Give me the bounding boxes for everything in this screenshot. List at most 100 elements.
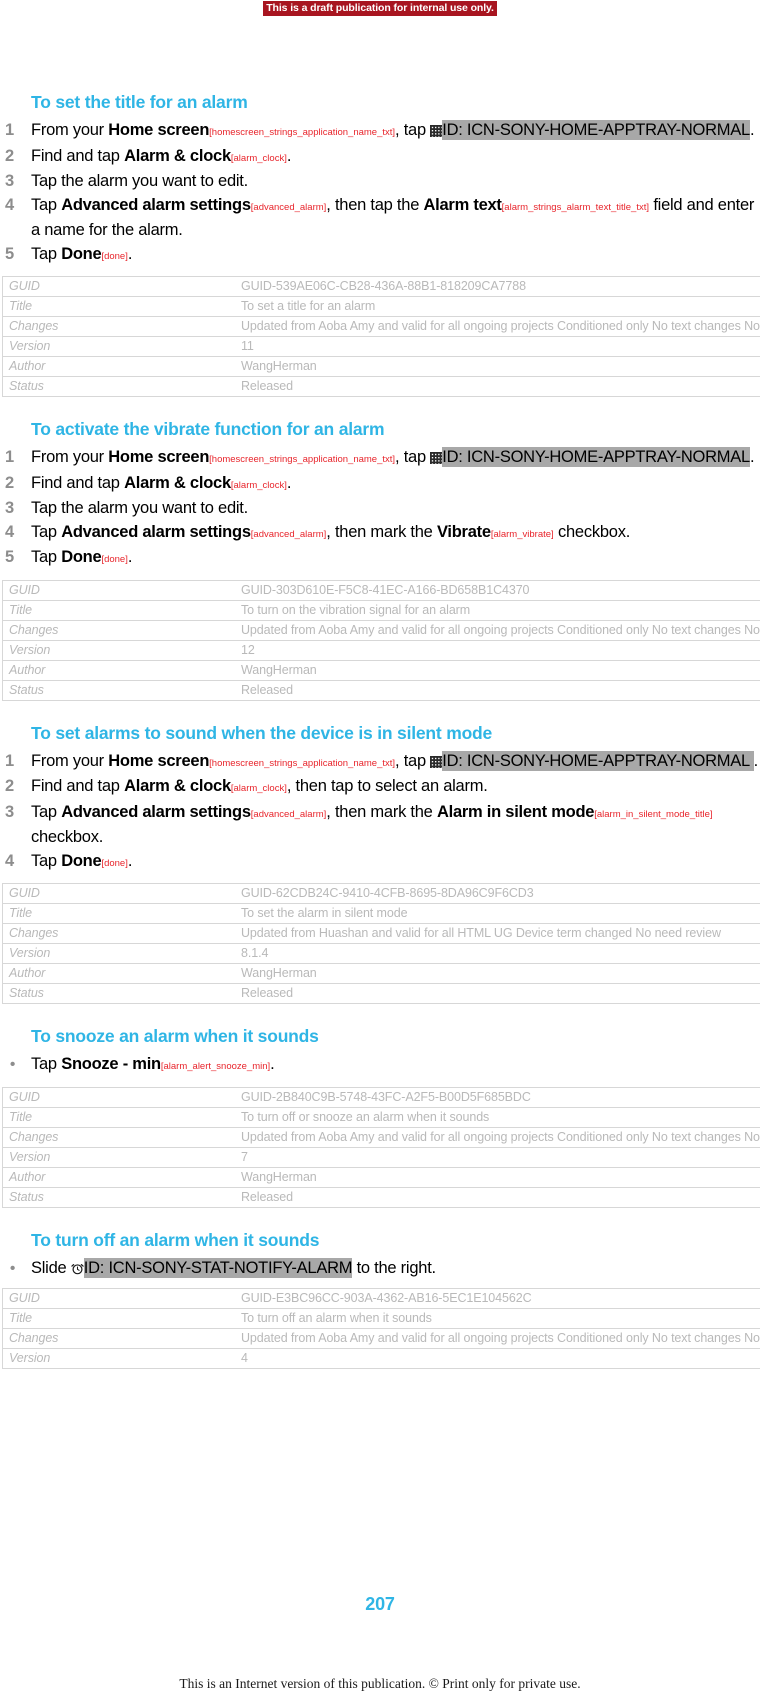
string-id: [alarm_clock] [230, 152, 287, 164]
metadata-label-version: Version [2, 1348, 235, 1369]
table-row: GUID GUID-62CDB24C-9410-4CFB-8695-8DA96C9… [2, 883, 760, 904]
metadata-label-status: Status [2, 983, 235, 1004]
step-item: 5 Tap Done[done]. [0, 546, 760, 572]
table-row: Version 4 [2, 1348, 760, 1369]
metadata-label-status: Status [2, 680, 235, 701]
table-row: GUID GUID-539AE06C-CB28-436A-88B1-818209C… [2, 276, 760, 297]
table-row: Title To set the alarm in silent mode [2, 903, 760, 924]
metadata-label-changes: Changes [2, 923, 235, 944]
metadata-label-author: Author [2, 1167, 235, 1188]
step-item: 1 From your Home screen[homescreen_string… [0, 446, 760, 472]
step-item: 4 Tap Advanced alarm settings[advanced_al… [0, 521, 760, 547]
app-tray-icon [430, 125, 443, 137]
string-id: [alarm_in_silent_mode_title] [594, 808, 713, 820]
step-number: 3 [5, 499, 14, 517]
table-row: Version 11 [2, 336, 760, 357]
metadata-label-changes: Changes [2, 1127, 235, 1148]
metadata-table: GUID GUID-303D610E-F5C8-41EC-A166-BD658B1… [2, 579, 760, 701]
metadata-value-guid: GUID-539AE06C-CB28-436A-88B1-818209CA778… [235, 276, 760, 297]
table-row: Changes Updated from Aoba Amy and valid f… [2, 1127, 760, 1148]
step-text: Find and tap [31, 777, 125, 795]
metadata-label-version: Version [2, 336, 235, 357]
string-id: [advanced_alarm] [250, 528, 327, 540]
step-item: 5 Tap Done[done]. [0, 243, 760, 269]
step-text: , then mark the [326, 802, 437, 821]
step-number: 4 [5, 851, 14, 870]
draft-banner: This is a draft publication for internal… [0, 0, 760, 16]
string-id: [alarm_alert_snooze_min] [160, 1061, 271, 1072]
step-text: Tap the alarm you want to edit. [31, 172, 248, 190]
metadata-value-changes: Updated from Huashan and valid for all H… [235, 923, 760, 944]
ui-label: Advanced alarm settings [61, 522, 251, 541]
step-text: Slide [31, 1258, 71, 1277]
icon-id-highlight: ID: ICN-SONY-HOME-APPTRAY-NORMAL [442, 447, 750, 467]
step-text: . [127, 851, 133, 870]
table-row: Author WangHerman [2, 660, 760, 681]
step-text: , then tap the [326, 195, 424, 214]
ui-label: Alarm & clock [124, 777, 231, 795]
step-item: 4 Tap Done[done]. [0, 850, 760, 876]
metadata-value-status: Released [235, 1187, 760, 1208]
ui-label: Home screen [108, 448, 210, 466]
step-number: 3 [5, 172, 14, 190]
step-number: 2 [5, 146, 14, 165]
metadata-value-author: WangHerman [235, 660, 760, 681]
string-id: [advanced_alarm] [250, 808, 327, 820]
table-row: Status Released [2, 680, 760, 701]
metadata-value-title: To turn off an alarm when it sounds [235, 1308, 760, 1329]
metadata-table: GUID GUID-62CDB24C-9410-4CFB-8695-8DA96C9… [2, 883, 760, 1004]
ui-label: Alarm in silent mode [436, 802, 595, 821]
ui-label: Alarm & clock [124, 473, 231, 492]
table-row: Title To set a title for an alarm [2, 296, 760, 317]
table-row: Author WangHerman [2, 356, 760, 377]
ui-label: Home screen [108, 121, 210, 139]
string-id: [done] [101, 250, 128, 262]
step-item: 1 From your Home screen[homescreen_string… [0, 750, 760, 776]
metadata-label-author: Author [2, 660, 235, 681]
step-item: • Slide ID: ICN-SONY-STAT-NOTIFY-ALARM to… [0, 1257, 760, 1281]
step-list: • Slide ID: ICN-SONY-STAT-NOTIFY-ALARM to… [0, 1257, 760, 1281]
section-heading: To turn off an alarm when it sounds [31, 1229, 320, 1250]
bullet-marker: • [10, 1259, 16, 1277]
table-row: Changes Updated from Aoba Amy and valid f… [2, 620, 760, 641]
step-text: checkbox. [31, 828, 104, 846]
icon-id-highlight: ID: ICN-SONY-STAT-NOTIFY-ALARM [83, 1257, 353, 1278]
alarm-clock-icon [71, 1262, 84, 1275]
icon-id-highlight: ID: ICN-SONY-HOME-APPTRAY-NORMAL [442, 750, 754, 771]
section-turn-off-alarm: To turn off an alarm when it sounds • Slid… [0, 1230, 760, 1392]
step-item: • Tap Snooze - min[alarm_alert_snooze_min… [0, 1053, 760, 1079]
step-item: 4 Tap Advanced alarm settings[advanced_al… [0, 194, 760, 243]
metadata-value-guid: GUID-E3BC96CC-903A-4362-AB16-5EC1E104562… [235, 1288, 760, 1309]
app-tray-icon [430, 755, 443, 768]
metadata-label-guid: GUID [2, 1288, 235, 1309]
metadata-label-version: Version [2, 1147, 235, 1168]
step-list: 1 From your Home screen[homescreen_string… [0, 750, 760, 876]
app-tray-icon [430, 452, 443, 464]
metadata-value-version: 4 [235, 1348, 760, 1369]
step-text: From your [31, 448, 109, 466]
section-heading: To activate the vibrate function for an … [31, 419, 385, 439]
table-row: Version 8.1.4 [2, 943, 760, 964]
step-number: 5 [5, 244, 14, 263]
metadata-value-status: Released [235, 376, 760, 397]
string-id: [advanced_alarm] [250, 201, 327, 213]
string-id: [done] [101, 857, 128, 869]
ui-label: Home screen [108, 751, 210, 770]
step-text: From your [31, 751, 109, 770]
step-text: Find and tap [31, 473, 125, 492]
step-item: 3 Tap the alarm you want to edit. [0, 170, 760, 194]
step-text: , tap [395, 121, 431, 139]
table-row: Changes Updated from Huashan and valid fo… [2, 923, 760, 944]
metadata-label-guid: GUID [2, 1086, 235, 1108]
table-row: Status Released [2, 983, 760, 1004]
string-id: [done] [101, 554, 128, 565]
metadata-value-version: 7 [235, 1147, 760, 1168]
metadata-value-guid: GUID-62CDB24C-9410-4CFB-8695-8DA96C9F6CD… [235, 883, 760, 904]
step-number: 1 [5, 751, 14, 770]
step-text: . [753, 751, 759, 770]
step-text: Tap [31, 548, 62, 566]
section-heading: To set the title for an alarm [31, 92, 248, 112]
step-item: 2 Find and tap Alarm & clock[alarm_clock]… [0, 472, 760, 498]
step-list: 1 From your Home screen[homescreen_string… [0, 446, 760, 572]
